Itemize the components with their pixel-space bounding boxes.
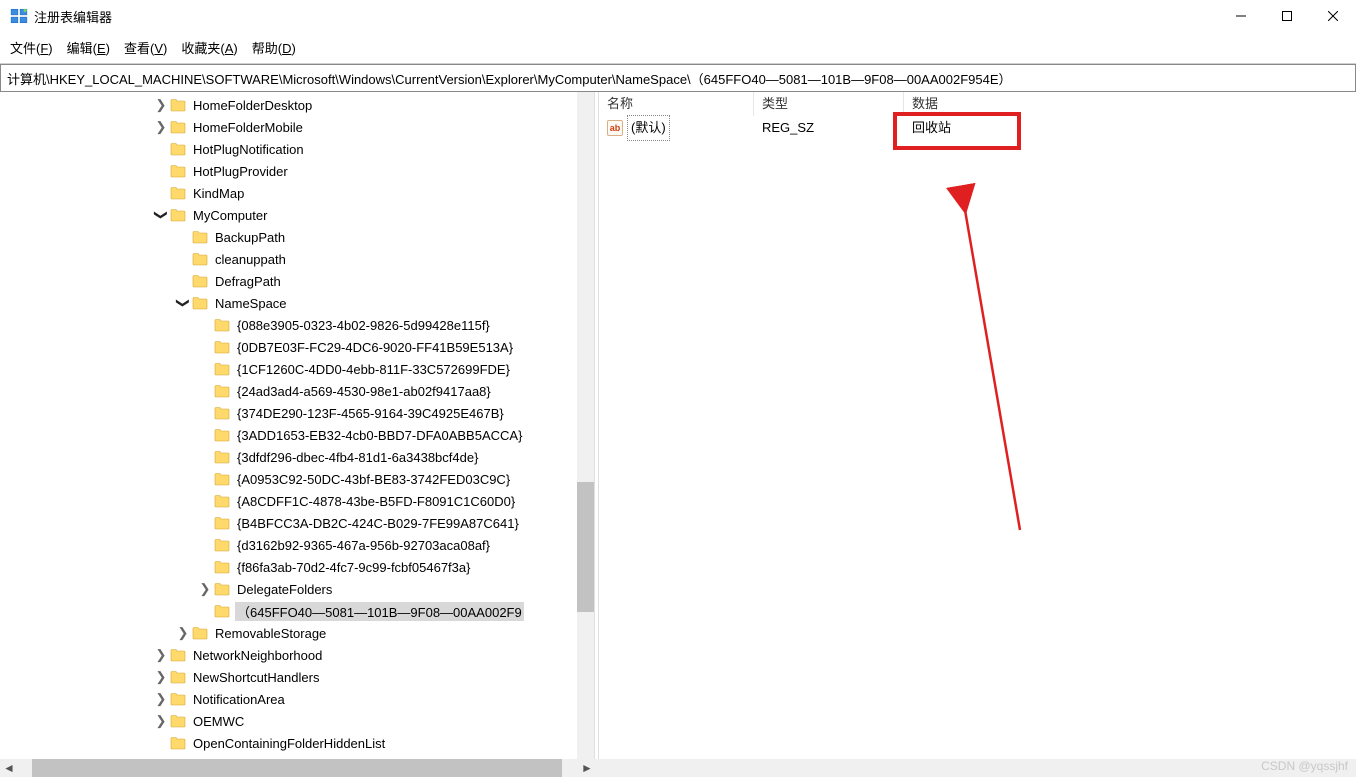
- tree-node-label: （645FFO40—5081—101B—9F08—00AA002F9: [235, 602, 524, 621]
- expand-icon[interactable]: ❯: [154, 670, 168, 684]
- tree-node[interactable]: {A0953C92-50DC-43bf-BE83-3742FED03C9C}: [0, 468, 594, 490]
- tree-pane: ❯ HomeFolderDesktop ❯ HomeFolderMobile HotPl…: [0, 92, 594, 759]
- collapse-icon[interactable]: ❯: [154, 208, 168, 222]
- menu-favorites[interactable]: 收藏夹(A): [181, 38, 237, 57]
- tree-node[interactable]: {3ADD1653-EB32-4cb0-BBD7-DFA0ABB5ACCA}: [0, 424, 594, 446]
- tree-node[interactable]: ❯ DelegateFolders: [0, 578, 594, 600]
- tree-node[interactable]: ❯ NewShortcutHandlers: [0, 666, 594, 688]
- expand-icon[interactable]: ❯: [154, 648, 168, 662]
- tree-node[interactable]: DefragPath: [0, 270, 594, 292]
- tree-node[interactable]: KindMap: [0, 182, 594, 204]
- tree-node-label: {A8CDFF1C-4878-43be-B5FD-F8091C1C60D0}: [235, 494, 517, 509]
- tree-node[interactable]: HotPlugNotification: [0, 138, 594, 160]
- menu-edit[interactable]: 编辑(E): [67, 38, 110, 57]
- tree-node[interactable]: {B4BFCC3A-DB2C-424C-B029-7FE99A87C641}: [0, 512, 594, 534]
- tree-node-label: {A0953C92-50DC-43bf-BE83-3742FED03C9C}: [235, 472, 512, 487]
- tree-node[interactable]: ❯ NetworkNeighborhood: [0, 644, 594, 666]
- hscroll-right-button[interactable]: ►: [578, 759, 596, 777]
- tree-node-label: NewShortcutHandlers: [191, 670, 321, 685]
- tree-node-label: {3dfdf296-dbec-4fb4-81d1-6a3438bcf4de}: [235, 450, 480, 465]
- titlebar: 注册表编辑器: [0, 0, 1356, 32]
- expand-icon[interactable]: ❯: [154, 98, 168, 112]
- tree-node-label: NetworkNeighborhood: [191, 648, 324, 663]
- annotation-highlight-box: [893, 112, 1021, 150]
- expand-icon[interactable]: ❯: [154, 120, 168, 134]
- tree-node-label: {24ad3ad4-a569-4530-98e1-ab02f9417aa8}: [235, 384, 493, 399]
- menu-view[interactable]: 查看(V): [124, 38, 167, 57]
- minimize-button[interactable]: [1218, 0, 1264, 32]
- tree-node-label: OEMWC: [191, 714, 246, 729]
- tree-node-label: HomeFolderMobile: [191, 120, 305, 135]
- tree-node-label: DefragPath: [213, 274, 283, 289]
- tree-node[interactable]: OpenContainingFolderHiddenList: [0, 732, 594, 754]
- maximize-button[interactable]: [1264, 0, 1310, 32]
- tree-node[interactable]: ❯ NameSpace: [0, 292, 594, 314]
- tree-node-label: BackupPath: [213, 230, 287, 245]
- string-value-icon: ab: [607, 120, 623, 136]
- tree-node[interactable]: cleanuppath: [0, 248, 594, 270]
- tree-node-label: {088e3905-0323-4b02-9826-5d99428e115f}: [235, 318, 492, 333]
- tree-node[interactable]: {3dfdf296-dbec-4fb4-81d1-6a3438bcf4de}: [0, 446, 594, 468]
- tree-node[interactable]: ❯ NotificationArea: [0, 688, 594, 710]
- tree-horizontal-scrollbar[interactable]: ◄ ►: [0, 759, 1356, 777]
- tree-node-label: RemovableStorage: [213, 626, 328, 641]
- tree-node-label: {f86fa3ab-70d2-4fc7-9c99-fcbf05467f3a}: [235, 560, 472, 575]
- address-bar[interactable]: 计算机\HKEY_LOCAL_MACHINE\SOFTWARE\Microsof…: [0, 64, 1356, 92]
- tree-node-label: OpenContainingFolderHiddenList: [191, 736, 387, 751]
- tree-node[interactable]: {A8CDFF1C-4878-43be-B5FD-F8091C1C60D0}: [0, 490, 594, 512]
- column-type[interactable]: 类型: [754, 92, 904, 116]
- value-type: REG_SZ: [754, 116, 904, 140]
- tree-node-label: {3ADD1653-EB32-4cb0-BBD7-DFA0ABB5ACCA}: [235, 428, 524, 443]
- tree-node[interactable]: {d3162b92-9365-467a-956b-92703aca08af}: [0, 534, 594, 556]
- tree-node-label: {B4BFCC3A-DB2C-424C-B029-7FE99A87C641}: [235, 516, 521, 531]
- menu-help[interactable]: 帮助(D): [252, 38, 296, 57]
- tree-node-label: NameSpace: [213, 296, 289, 311]
- tree-node-label: HomeFolderDesktop: [191, 98, 314, 113]
- tree-vertical-scrollbar[interactable]: [577, 92, 594, 759]
- tree-node-label: NotificationArea: [191, 692, 287, 707]
- expand-icon[interactable]: ❯: [154, 714, 168, 728]
- tree-node[interactable]: {088e3905-0323-4b02-9826-5d99428e115f}: [0, 314, 594, 336]
- tree-node[interactable]: {0DB7E03F-FC29-4DC6-9020-FF41B59E513A}: [0, 336, 594, 358]
- tree-node-label: HotPlugProvider: [191, 164, 290, 179]
- tree-node[interactable]: （645FFO40—5081—101B—9F08—00AA002F9: [0, 600, 594, 622]
- tree-node[interactable]: {f86fa3ab-70d2-4fc7-9c99-fcbf05467f3a}: [0, 556, 594, 578]
- tree-node[interactable]: ❯ HomeFolderDesktop: [0, 94, 594, 116]
- tree-node[interactable]: {1CF1260C-4DD0-4ebb-811F-33C572699FDE}: [0, 358, 594, 380]
- tree-node[interactable]: ❯ OEMWC: [0, 710, 594, 732]
- menubar: 文件(F) 编辑(E) 查看(V) 收藏夹(A) 帮助(D): [0, 32, 1356, 64]
- menu-file[interactable]: 文件(F): [10, 38, 53, 57]
- tree-node[interactable]: {374DE290-123F-4565-9164-39C4925E467B}: [0, 402, 594, 424]
- tree-node[interactable]: ❯ RemovableStorage: [0, 622, 594, 644]
- tree-node-label: {374DE290-123F-4565-9164-39C4925E467B}: [235, 406, 506, 421]
- expand-icon[interactable]: ❯: [176, 626, 190, 640]
- regedit-app-icon: [10, 7, 28, 25]
- tree-node-label: {0DB7E03F-FC29-4DC6-9020-FF41B59E513A}: [235, 340, 515, 355]
- expand-icon[interactable]: ❯: [198, 582, 212, 596]
- tree-node[interactable]: BackupPath: [0, 226, 594, 248]
- hscroll-thumb[interactable]: [32, 759, 562, 777]
- hscroll-left-button[interactable]: ◄: [0, 759, 18, 777]
- close-button[interactable]: [1310, 0, 1356, 32]
- tree-node[interactable]: ❯ HomeFolderMobile: [0, 116, 594, 138]
- tree-node-label: {1CF1260C-4DD0-4ebb-811F-33C572699FDE}: [235, 362, 512, 377]
- watermark: CSDN @yqssjhf: [1261, 759, 1348, 773]
- values-pane: 名称 类型 数据 ab(默认)REG_SZ回收站: [599, 92, 1356, 759]
- tree-node-label: {d3162b92-9365-467a-956b-92703aca08af}: [235, 538, 492, 553]
- tree-node-label: DelegateFolders: [235, 582, 334, 597]
- expand-icon[interactable]: ❯: [154, 692, 168, 706]
- registry-tree[interactable]: ❯ HomeFolderDesktop ❯ HomeFolderMobile HotPl…: [0, 92, 594, 754]
- window-title: 注册表编辑器: [34, 7, 112, 26]
- collapse-icon[interactable]: ❯: [176, 296, 190, 310]
- column-name[interactable]: 名称: [599, 92, 754, 116]
- tree-node[interactable]: ❯ MyComputer: [0, 204, 594, 226]
- value-name: (默认): [627, 115, 670, 141]
- tree-node[interactable]: HotPlugProvider: [0, 160, 594, 182]
- tree-node-label: cleanuppath: [213, 252, 288, 267]
- tree-node[interactable]: {24ad3ad4-a569-4530-98e1-ab02f9417aa8}: [0, 380, 594, 402]
- tree-node-label: HotPlugNotification: [191, 142, 306, 157]
- tree-node-label: MyComputer: [191, 208, 269, 223]
- tree-scrollbar-thumb[interactable]: [577, 482, 594, 612]
- tree-node-label: KindMap: [191, 186, 246, 201]
